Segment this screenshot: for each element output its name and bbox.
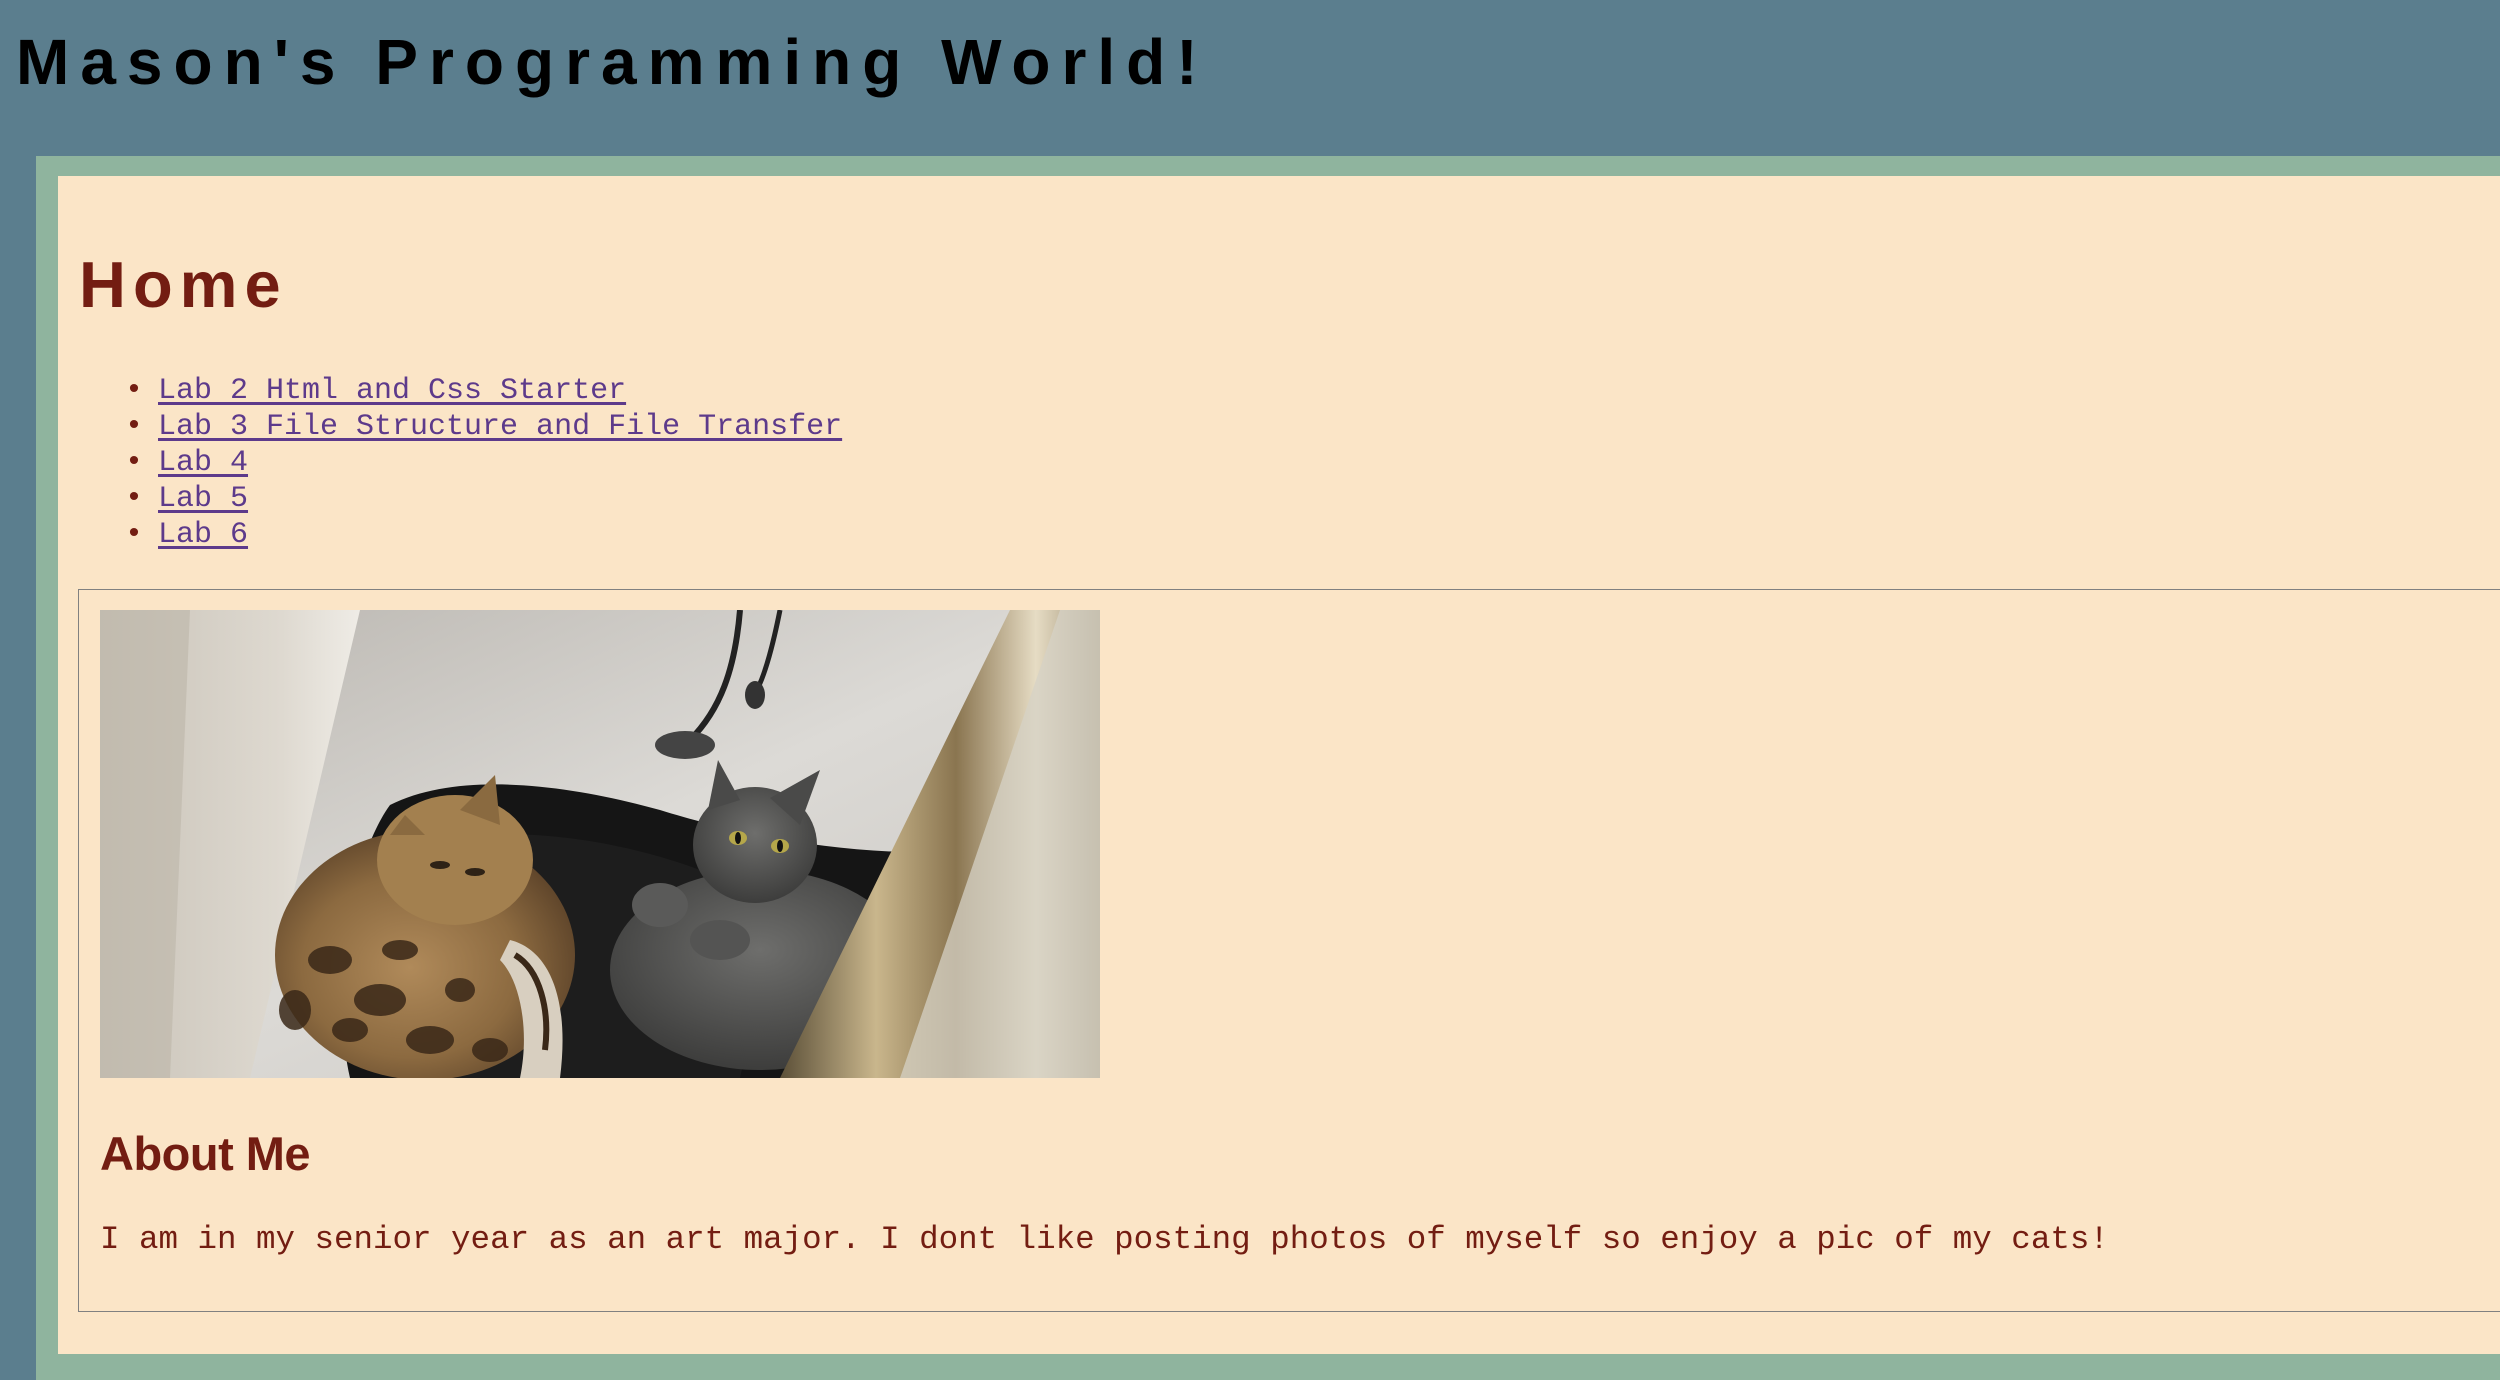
- lab-4-link[interactable]: Lab 4: [158, 446, 248, 480]
- list-item: • Lab 2 Html and Css Starter: [120, 373, 842, 409]
- lab-links-list: • Lab 2 Html and Css Starter • Lab 3 Fil…: [120, 373, 842, 553]
- bullet-icon: •: [125, 518, 144, 552]
- list-item: • Lab 4: [120, 445, 842, 481]
- lab-3-link[interactable]: Lab 3 File Structure and File Transfer: [158, 410, 842, 444]
- lab-6-link[interactable]: Lab 6: [158, 518, 248, 552]
- bullet-icon: •: [125, 446, 144, 480]
- bullet-icon: •: [125, 374, 144, 408]
- lab-2-link[interactable]: Lab 2 Html and Css Starter: [158, 374, 626, 408]
- cats-photo: [100, 610, 1100, 1078]
- page-title: Home: [79, 248, 288, 321]
- about-heading: About Me: [100, 1127, 311, 1180]
- list-item: • Lab 6: [120, 517, 842, 553]
- site-title: Mason's Programming World!: [16, 26, 1209, 98]
- about-text: I am in my senior year as an art major. …: [100, 1221, 2109, 1258]
- list-item: • Lab 3 File Structure and File Transfer: [120, 409, 842, 445]
- bullet-icon: •: [125, 482, 144, 516]
- list-item: • Lab 5: [120, 481, 842, 517]
- lab-5-link[interactable]: Lab 5: [158, 482, 248, 516]
- bullet-icon: •: [125, 410, 144, 444]
